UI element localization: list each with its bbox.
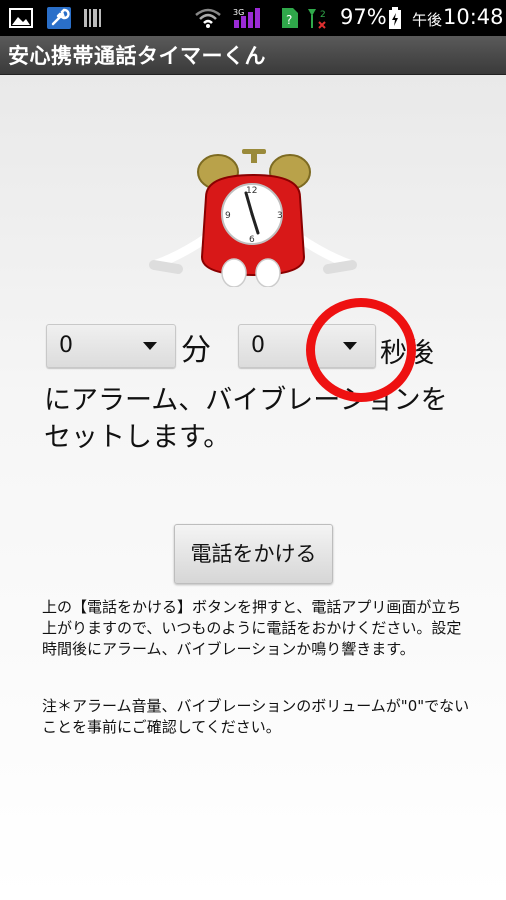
app-title: 安心携帯通話タイマーくん bbox=[8, 44, 266, 68]
status-bar: 3G ? 2 97% 午後 10:48 bbox=[0, 0, 506, 36]
barcode-icon bbox=[84, 9, 101, 27]
svg-text:9: 9 bbox=[225, 211, 231, 221]
svg-text:?: ? bbox=[286, 13, 292, 27]
instructions-text: 上の【電話をかける】ボタンを押すと、電話アプリ画面が立ち上がりますので、いつもの… bbox=[42, 598, 462, 658]
minutes-spinner[interactable]: 0 bbox=[46, 324, 176, 368]
alarm-message: にアラーム、バイブレーションをセットします。 bbox=[44, 385, 448, 453]
wifi-icon bbox=[195, 8, 221, 28]
sim-question-icon: ? bbox=[282, 8, 298, 28]
ampm-label: 午後 bbox=[412, 11, 443, 29]
main-content: 12 3 6 9 0 分 0 秒後 にアラーム、バイブレーションをセットします。… bbox=[0, 75, 506, 900]
image-icon bbox=[9, 8, 33, 28]
seconds-value: 0 bbox=[251, 333, 265, 358]
highlight-ring bbox=[306, 298, 416, 402]
no-signal-icon: 2 bbox=[308, 9, 326, 29]
signal-icon: 3G bbox=[233, 8, 260, 28]
svg-text:2: 2 bbox=[320, 10, 326, 20]
title-bar: 安心携帯通話タイマーくん bbox=[0, 36, 506, 75]
alarm-clock-mascot-icon: 12 3 6 9 bbox=[149, 149, 357, 287]
svg-text:3G: 3G bbox=[233, 8, 244, 17]
svg-text:6: 6 bbox=[249, 235, 255, 245]
call-button[interactable]: 電話をかける bbox=[174, 524, 333, 584]
battery-percent: 97% bbox=[340, 5, 387, 29]
note-text: 注＊アラーム音量、バイブレーションのボリュームが"0"でないことを事前にご確認し… bbox=[42, 697, 470, 736]
minutes-unit-label: 分 bbox=[181, 333, 211, 368]
battery-icon bbox=[389, 7, 401, 29]
minutes-value: 0 bbox=[59, 333, 73, 358]
svg-text:3: 3 bbox=[277, 211, 283, 221]
dropdown-arrow-icon bbox=[143, 342, 157, 350]
wrench-icon bbox=[47, 7, 71, 29]
clock: 10:48 bbox=[443, 5, 504, 29]
